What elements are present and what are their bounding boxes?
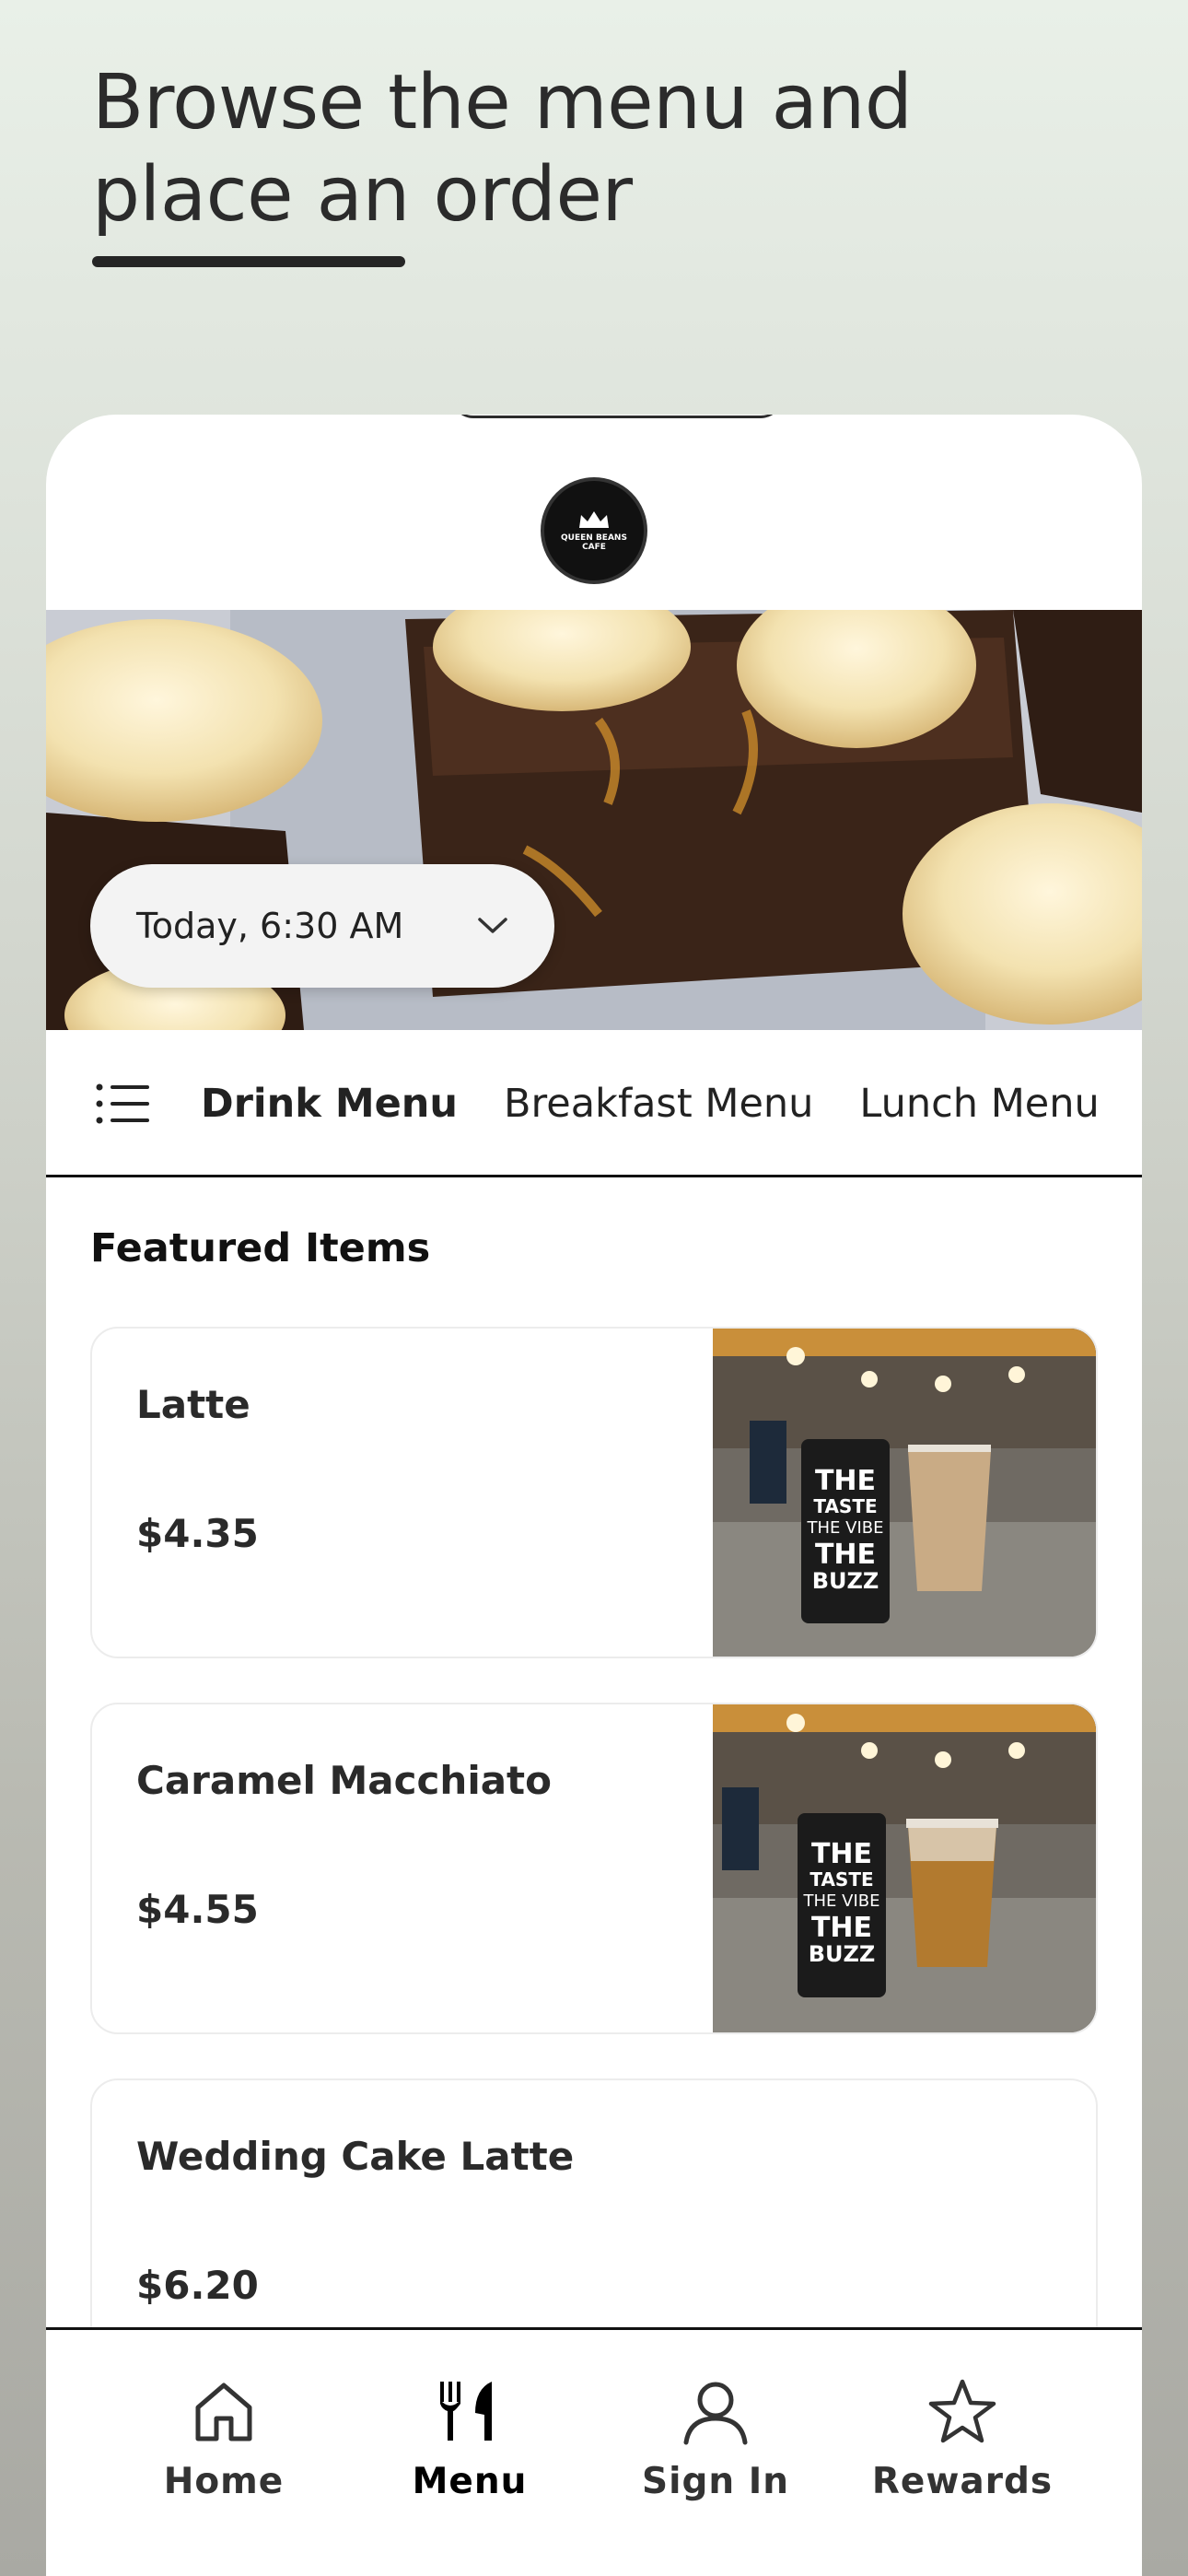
featured-items-title: Featured Items: [90, 1225, 431, 1271]
menu-item-name: Wedding Cake Latte: [136, 2134, 575, 2179]
menu-item-card[interactable]: Caramel Macchiato $4.55 THE TASTE THE VI…: [90, 1703, 1098, 2034]
menu-item-price: $4.35: [136, 1511, 259, 1556]
nav-home[interactable]: Home: [122, 2376, 325, 2502]
bottom-navigation: Home Menu Sign In Rewards: [46, 2327, 1142, 2576]
nav-rewards-label: Rewards: [871, 2461, 1054, 2502]
cup-text-line-2: TASTE: [809, 1868, 873, 1891]
nav-rewards[interactable]: Rewards: [861, 2376, 1064, 2502]
cup-text-line-4: THE: [815, 1539, 876, 1571]
nav-sign-in[interactable]: Sign In: [614, 2376, 817, 2502]
menu-item-price: $6.20: [136, 2263, 259, 2308]
cup-text-line-2: TASTE: [813, 1495, 877, 1517]
menu-item-card[interactable]: Latte $4.35 THE TASTE THE VIBE THE BUZZ: [90, 1327, 1098, 1658]
category-list-icon[interactable]: [96, 1083, 149, 1124]
app-screen: QUEEN BEANS CAFE Today, 6:30 AM Drink Me…: [46, 415, 1142, 2576]
headline-line-1: Browse the menu and: [92, 59, 913, 146]
menu-item-photo: THE TASTE THE VIBE THE BUZZ: [713, 1329, 1096, 1657]
nav-home-label: Home: [163, 2461, 285, 2502]
cup-text-line-3: THE VIBE: [807, 1518, 884, 1538]
menu-tabs: Drink Menu Breakfast Menu Lunch Menu Sw: [46, 1032, 1142, 1177]
nav-menu-label: Menu: [412, 2461, 528, 2502]
cup-text-line-5: BUZZ: [809, 1941, 876, 1967]
cafe-logo[interactable]: QUEEN BEANS CAFE: [541, 477, 647, 584]
chevron-down-icon: [478, 918, 507, 933]
menu-item-name: Latte: [136, 1382, 250, 1427]
menu-item-photo: THE TASTE THE VIBE THE BUZZ: [713, 1704, 1096, 2032]
tab-drink-menu[interactable]: Drink Menu: [201, 1081, 458, 1127]
menu-item-price: $4.55: [136, 1887, 259, 1932]
crown-icon: [579, 511, 609, 528]
nav-sign-in-label: Sign In: [642, 2461, 789, 2502]
cup-text-line-1: THE: [815, 1465, 876, 1497]
tab-lunch-menu[interactable]: Lunch Menu: [859, 1081, 1099, 1127]
nav-menu[interactable]: Menu: [368, 2376, 571, 2502]
cup-text-line-4: THE: [811, 1912, 872, 1944]
device-notch: [451, 415, 783, 418]
cup-text-line-3: THE VIBE: [803, 1891, 880, 1911]
cup-text-line-1: THE: [811, 1838, 872, 1870]
fork-knife-icon: [440, 2382, 492, 2441]
tab-breakfast-menu[interactable]: Breakfast Menu: [504, 1081, 813, 1127]
schedule-selector[interactable]: Today, 6:30 AM: [90, 864, 554, 988]
logo-text: QUEEN BEANS CAFE: [561, 533, 627, 552]
page-headline: Browse the menu and place an order: [92, 57, 1013, 241]
schedule-label: Today, 6:30 AM: [136, 906, 404, 946]
headline-underline: [92, 256, 405, 267]
cup-text-line-5: BUZZ: [812, 1568, 879, 1594]
headline-line-2: place an order: [92, 151, 633, 239]
user-icon: [683, 2382, 748, 2445]
home-icon: [195, 2383, 252, 2441]
star-icon: [928, 2379, 996, 2443]
menu-item-name: Caramel Macchiato: [136, 1758, 552, 1803]
